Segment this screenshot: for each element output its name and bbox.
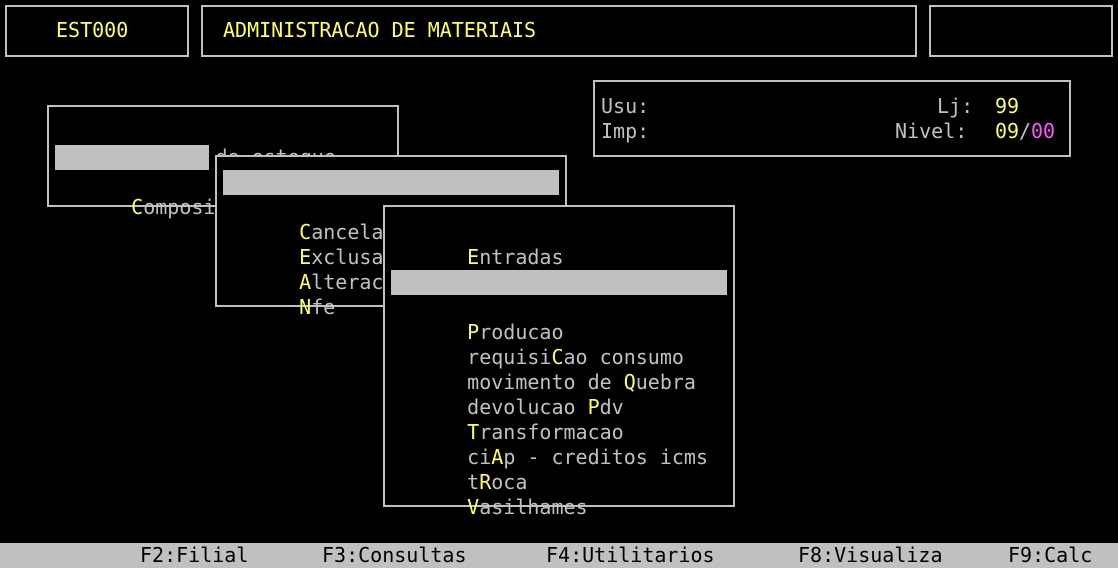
imp-label: Imp: <box>601 119 650 143</box>
menu-item-saidas[interactable]: Saidas <box>419 245 539 294</box>
menu-item-entradas[interactable]: Entradas <box>419 220 563 269</box>
f4-utilitarios-key[interactable]: F4:Utilitarios <box>546 543 715 568</box>
lj-label: Lj: <box>937 94 974 118</box>
menu-item-devolucao-pdv[interactable]: devolucao Pdv <box>419 370 624 419</box>
usu-label: Usu: <box>601 94 650 118</box>
lj-value: 99 <box>995 94 1020 118</box>
menu-item-complemento-icms-ipi[interactable]: û Complemento icms/ipi <box>391 270 727 319</box>
menu-item-movimenta[interactable]: û Movimenta <box>55 145 236 194</box>
menu-item-movimento-quebra[interactable]: movimento de Quebra <box>419 345 696 394</box>
menu-item-inclusao[interactable]: û Inclusao <box>223 170 559 219</box>
user-info-box: Usu: Lj: 99 Imp: Nivel: 09 / 00 <box>593 80 1071 157</box>
menu-item-gestao-estoque[interactable]: gEstao de estoque <box>83 120 336 169</box>
app-title: ADMINISTRACAO DE MATERIAIS <box>223 18 537 42</box>
nivel-sublevel: 00 <box>1031 119 1056 143</box>
program-code-box: EST000 <box>5 5 189 57</box>
nivel-label: Nivel: <box>895 119 968 143</box>
nivel-separator: / <box>1019 119 1032 143</box>
function-key-bar: F2:Filial F3:Consultas F4:Utilitarios F8… <box>0 543 1118 568</box>
f8-visualiza-key[interactable]: F8:Visualiza <box>798 543 943 568</box>
nivel-value: 09 <box>995 119 1020 143</box>
program-code: EST000 <box>56 18 129 42</box>
menu-item-troca[interactable]: tRoca <box>419 445 527 494</box>
f3-consultas-key[interactable]: F3:Consultas <box>322 543 467 568</box>
menu-item-transformacao[interactable]: Transformacao <box>419 395 624 444</box>
menu-item-nfe[interactable]: Nfe <box>251 270 335 319</box>
menu-item-ciap-creditos-icms[interactable]: ciAp - creditos icms <box>419 420 708 469</box>
f2-filial-key[interactable]: F2:Filial <box>140 543 248 568</box>
menu-item-exclusao[interactable]: Exclusao <box>251 220 395 269</box>
title-box: ADMINISTRACAO DE MATERIAIS <box>201 5 917 57</box>
f9-calc-key[interactable]: F9:Calc <box>1008 543 1092 568</box>
menu-item-producao[interactable]: Producao <box>419 295 563 344</box>
inclusao-submenu: Entradas Saidas û Complemento icms/ipi P… <box>383 205 735 519</box>
header-right-box <box>929 5 1113 57</box>
menu-item-requisicao-consumo[interactable]: requisiCao consumo <box>419 320 684 369</box>
menu-item-vasilhames[interactable]: Vasilhames <box>419 470 587 519</box>
